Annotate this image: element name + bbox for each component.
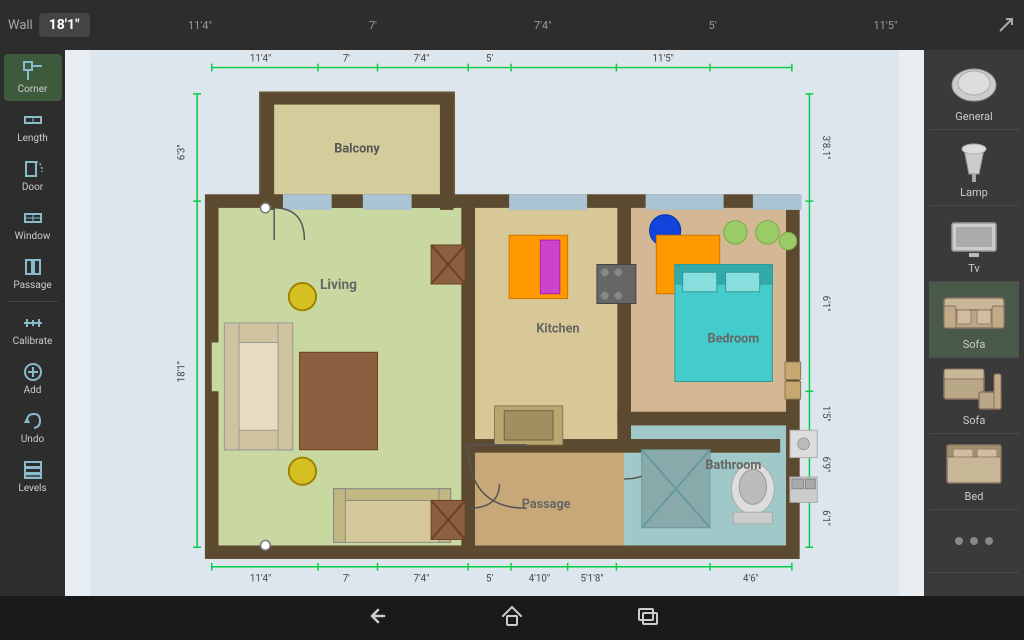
svg-text:6'1": 6'1" [820, 296, 831, 312]
svg-text:Balcony: Balcony [334, 141, 380, 156]
tool-corner[interactable]: Corner [4, 54, 62, 101]
tool-door[interactable]: Door [4, 152, 62, 199]
svg-text:Living: Living [320, 277, 357, 293]
tv-icon [939, 212, 1009, 262]
length-icon [22, 109, 44, 131]
svg-text:Bathroom: Bathroom [705, 458, 761, 473]
topbar: Wall 18'1" 11'4" 7' 7'4" 5' 11'5" [0, 0, 1024, 50]
wall-label: Wall [8, 18, 33, 33]
left-toolbar: Corner Length Door Window [0, 50, 65, 596]
furniture-more[interactable] [929, 510, 1019, 573]
recent-button[interactable] [630, 598, 666, 639]
sofa1-label: Sofa [963, 338, 986, 351]
svg-text:Passage: Passage [522, 497, 571, 512]
tool-undo[interactable]: Undo [4, 404, 62, 451]
bed-label: Bed [965, 490, 984, 503]
floor-plan-svg: 11'4" 7' 7'4" 5' 11'5" 11'4" 7' 7'4" 5' … [65, 50, 924, 596]
dimension-ruler: 11'4" 7' 7'4" 5' 11'5" [90, 19, 996, 32]
svg-text:6'9": 6'9" [820, 456, 831, 472]
svg-text:4'6": 4'6" [743, 573, 759, 584]
toolbar-separator [8, 301, 58, 302]
tool-length[interactable]: Length [4, 103, 62, 150]
lamp-label: Lamp [960, 186, 988, 199]
svg-text:Bedroom: Bedroom [708, 331, 760, 346]
tool-add[interactable]: Add [4, 355, 62, 402]
svg-text:6'1": 6'1" [820, 510, 831, 526]
levels-label: Levels [18, 483, 46, 494]
furniture-bed[interactable]: Bed [929, 434, 1019, 510]
right-panel: General Lamp Tv [924, 50, 1024, 596]
tool-calibrate[interactable]: Calibrate [4, 306, 62, 353]
calibrate-icon [22, 312, 44, 334]
tool-window[interactable]: Window [4, 201, 62, 248]
svg-text:5': 5' [486, 573, 493, 584]
add-label: Add [24, 385, 42, 396]
furniture-general[interactable]: General [929, 54, 1019, 130]
undo-label: Undo [21, 434, 44, 445]
svg-text:4'10": 4'10" [529, 573, 550, 584]
corner-label: Corner [18, 84, 48, 95]
svg-text:5': 5' [486, 54, 493, 65]
floor-plan-canvas[interactable]: 11'4" 7' 7'4" 5' 11'5" 11'4" 7' 7'4" 5' … [65, 50, 924, 596]
passage-label: Passage [13, 280, 51, 291]
svg-text:7'4": 7'4" [413, 54, 429, 65]
dim-5: 11'5" [874, 19, 898, 32]
wall-value: 18'1" [39, 13, 90, 37]
home-button[interactable] [494, 598, 530, 639]
levels-icon [22, 459, 44, 481]
window-label: Window [15, 231, 51, 242]
furniture-lamp[interactable]: Lamp [929, 130, 1019, 206]
tool-passage[interactable]: Passage [4, 250, 62, 297]
svg-text:7': 7' [343, 54, 350, 65]
svg-text:5'1'8": 5'1'8" [581, 573, 604, 584]
bed-icon [939, 440, 1009, 490]
sofa1-icon [939, 288, 1009, 338]
undo-icon [22, 410, 44, 432]
door-label: Door [22, 182, 43, 193]
furniture-tv[interactable]: Tv [929, 206, 1019, 282]
calibrate-label: Calibrate [13, 336, 53, 347]
dim-1: 11'4" [188, 19, 212, 32]
svg-text:7'4": 7'4" [413, 573, 429, 584]
add-icon [22, 361, 44, 383]
svg-text:18'1": 18'1" [176, 361, 187, 382]
general-icon [939, 60, 1009, 110]
passage-icon [22, 256, 44, 278]
lamp-icon [939, 136, 1009, 186]
bottom-nav [0, 596, 1024, 640]
general-label: General [955, 110, 992, 123]
furniture-sofa1[interactable]: Sofa [929, 282, 1019, 358]
dim-4: 5' [709, 19, 717, 32]
sofa2-icon [939, 364, 1009, 414]
tool-levels[interactable]: Levels [4, 453, 62, 500]
tv-label: Tv [968, 262, 980, 275]
svg-text:11'4": 11'4" [250, 573, 271, 584]
svg-text:3'8.1": 3'8.1" [820, 136, 831, 160]
svg-text:11'4": 11'4" [250, 54, 271, 65]
arrow-icon [996, 15, 1016, 35]
svg-text:6'3": 6'3" [176, 144, 187, 160]
length-label: Length [17, 133, 48, 144]
main-area: Corner Length Door Window [0, 50, 1024, 596]
corner-icon [22, 60, 44, 82]
door-icon [22, 158, 44, 180]
svg-text:11'5": 11'5" [653, 54, 674, 65]
furniture-sofa2[interactable]: Sofa [929, 358, 1019, 434]
svg-text:7': 7' [343, 573, 350, 584]
dim-2: 7' [369, 19, 377, 32]
window-icon [22, 207, 44, 229]
svg-text:1'5": 1'5" [820, 406, 831, 422]
back-button[interactable] [358, 598, 394, 639]
svg-text:Kitchen: Kitchen [536, 322, 579, 337]
sofa2-label: Sofa [963, 414, 986, 427]
dim-3: 7'4" [534, 19, 552, 32]
more-icon [939, 516, 1009, 566]
